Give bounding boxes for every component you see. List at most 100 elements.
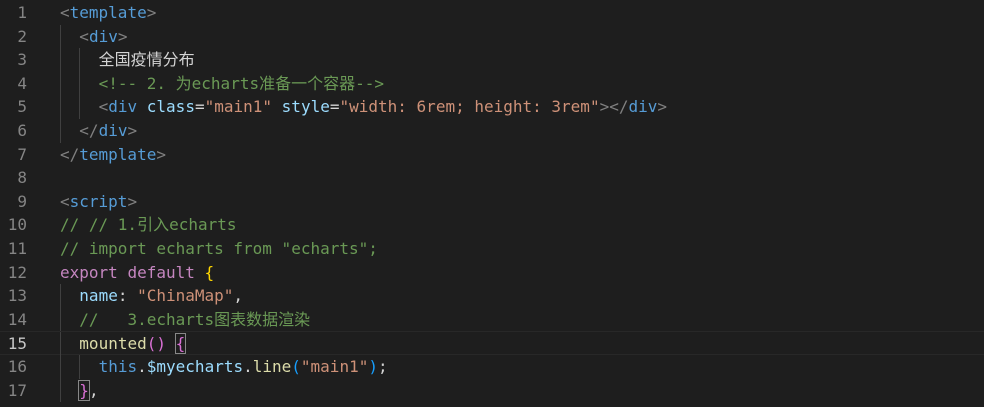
code-line[interactable]: 1 <template>: [0, 1, 984, 25]
code-token-fn: mounted: [79, 334, 147, 354]
indent-guide: [79, 95, 81, 119]
code-token-punct: >: [657, 97, 668, 117]
line-number: 11: [7, 239, 27, 258]
code-content: <div class="main1" style="width: 6rem; h…: [99, 95, 667, 119]
code-content: <!-- 2. 为echarts准备一个容器-->: [99, 72, 384, 96]
code-line[interactable]: 4 <!-- 2. 为echarts准备一个容器-->: [0, 71, 984, 96]
code-line[interactable]: 14 // 3.echarts图表数据渲染: [0, 307, 984, 332]
code-token-comment: <!-- 2. 为echarts准备一个容器-->: [98, 73, 384, 93]
line-number: 3: [17, 50, 27, 70]
code-token-tag: div: [108, 97, 138, 117]
code-token-text: :: [117, 286, 138, 306]
code-token-punct: >: [146, 3, 157, 22]
line-number: 6: [17, 121, 27, 140]
code-line[interactable]: 7 </template>: [0, 143, 984, 167]
code-line[interactable]: 8: [0, 166, 984, 190]
code-content: // import echarts from "echarts";: [60, 237, 378, 261]
code-token-attr: class: [146, 97, 195, 117]
code-token-kw: default: [127, 262, 195, 282]
code-token-text: =: [194, 97, 205, 117]
code-content: <script>: [60, 190, 137, 214]
code-token-text: 全国疫情分布: [98, 50, 195, 70]
code-line[interactable]: 5 <div class="main1" style="width: 6rem; …: [0, 95, 984, 119]
code-line[interactable]: 2 <div>: [0, 24, 984, 49]
indent-guide: [60, 307, 61, 332]
indent-guide: [79, 71, 81, 96]
code-token-punct: </: [609, 97, 629, 117]
code-line[interactable]: 13 name: "ChinaMap",: [0, 284, 984, 308]
code-content: <div>: [79, 25, 127, 49]
code-token-punct: >: [156, 144, 166, 164]
indent-guide: [60, 24, 61, 49]
code-token-var: $myecharts: [146, 357, 244, 376]
code-line[interactable]: 17},: [0, 378, 984, 403]
code-token-comment: // import echarts from "echarts";: [60, 239, 378, 258]
code-editor[interactable]: 1 <template> 2 <div> 3 全国疫情分布 4 <!-- 2. 为echart…: [0, 0, 984, 407]
line-number: 17: [7, 380, 27, 400]
code-token-str: "main1": [300, 357, 369, 376]
code-token-text: .: [137, 357, 147, 376]
code-line[interactable]: 9 <script>: [0, 190, 984, 214]
code-line[interactable]: 16 this.$myecharts.line("main1");: [0, 355, 984, 379]
code-token-tag: div: [98, 121, 128, 140]
indent-guide: [60, 95, 61, 119]
code-content: export default {: [60, 261, 214, 285]
code-token-punct: <: [98, 97, 109, 117]
code-line[interactable]: 11 // import echarts from "echarts";: [0, 237, 984, 261]
code-content: mounted() {: [79, 332, 187, 356]
code-token-brace1: {: [204, 262, 215, 282]
code-line[interactable]: 10 // // 1.引入echarts: [0, 213, 984, 237]
code-token-text: ;: [377, 357, 388, 376]
code-token-tag: template: [69, 3, 147, 22]
code-token-punct: </: [60, 144, 80, 164]
code-token-punct: <: [79, 26, 89, 46]
line-number: 9: [17, 191, 27, 211]
code-token-comment: // // 1.引入echarts: [60, 215, 237, 235]
code-line[interactable]: 6 </div>: [0, 119, 984, 143]
code-token-punct: <: [60, 191, 70, 211]
code-token-brace3: ): [368, 357, 378, 376]
indent-guide: [79, 355, 81, 379]
code-content: this.$myecharts.line("main1");: [99, 355, 388, 379]
code-token-text: ,: [88, 380, 99, 400]
code-token-brace2: {: [174, 333, 187, 355]
code-token-punct: >: [127, 191, 138, 211]
code-content: </div>: [79, 119, 137, 143]
code-content: // 3.echarts图表数据渲染: [79, 308, 310, 332]
code-token-punct: >: [117, 26, 128, 46]
line-number: 4: [17, 73, 27, 93]
code-token-punct: >: [127, 121, 138, 140]
code-token-tag: script: [69, 191, 128, 211]
code-token-comment: // 3.echarts图表数据渲染: [79, 309, 311, 329]
indent-guide: [60, 355, 61, 379]
line-number: 8: [17, 168, 27, 188]
code-token-attr: style: [281, 97, 330, 117]
code-token-tag: template: [79, 144, 157, 164]
code-line[interactable]: 3 全国疫情分布: [0, 48, 984, 72]
line-number: 7: [17, 144, 27, 164]
line-number: 10: [7, 215, 27, 235]
code-token-brace3: (: [291, 357, 301, 376]
indent-guide: [79, 48, 81, 72]
line-number: 14: [7, 309, 27, 329]
indent-guide: [60, 332, 61, 356]
code-token-tag: div: [628, 97, 658, 117]
code-token-punct: >: [599, 97, 610, 117]
code-line[interactable]: 15 mounted() {: [0, 331, 984, 356]
code-line[interactable]: 12 export default {: [0, 261, 984, 285]
code-token-punct: <: [60, 3, 70, 22]
code-token-str: "main1": [204, 97, 273, 117]
line-number: 15: [7, 334, 27, 354]
code-token-str: "width: 6rem; height: 3rem": [339, 97, 600, 117]
code-token-prop: name: [79, 286, 118, 306]
code-token-brace2: }: [78, 379, 90, 401]
line-number: 5: [17, 97, 27, 117]
line-number: 13: [7, 286, 27, 306]
line-number: 1: [17, 3, 27, 22]
indent-guide: [60, 71, 61, 96]
code-token-fn: line: [252, 357, 292, 376]
